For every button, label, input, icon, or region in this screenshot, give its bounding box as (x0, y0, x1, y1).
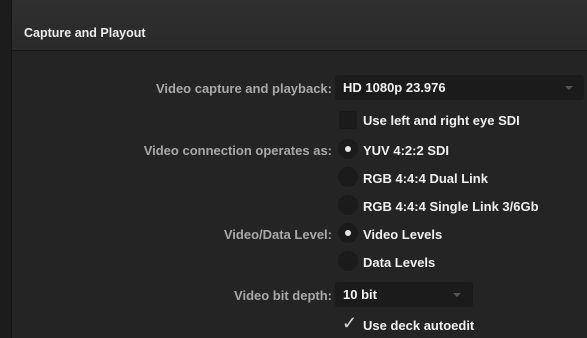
bit-depth-label: Video bit depth: (234, 288, 332, 303)
video-data-level-label: Video/Data Level: (223, 227, 332, 242)
bit-depth-value: 10 bit (343, 287, 377, 302)
checkmark-icon: ✓ (342, 313, 358, 333)
radio-rgb-444-single-link[interactable] (338, 195, 358, 215)
radio-rgb-444-dual-link[interactable] (338, 167, 358, 187)
video-capture-label: Video capture and playback: (155, 81, 332, 96)
option-data-levels[interactable]: Data Levels (363, 255, 435, 270)
radio-video-levels[interactable] (338, 223, 358, 243)
option-rgb-444-single-link[interactable]: RGB 4:4:4 Single Link 3/6Gb (363, 199, 539, 214)
deck-autoedit-label[interactable]: Use deck autoedit (363, 318, 474, 333)
video-connection-label: Video connection operates as: (143, 143, 332, 158)
video-capture-select[interactable]: HD 1080p 23.976 (335, 75, 584, 100)
bit-depth-select[interactable]: 10 bit (335, 282, 473, 307)
deck-autoedit-checkbox[interactable]: ✓ (339, 313, 358, 334)
option-rgb-444-dual-link[interactable]: RGB 4:4:4 Dual Link (363, 171, 488, 186)
option-yuv-422-sdi[interactable]: YUV 4:2:2 SDI (363, 143, 449, 158)
video-capture-value: HD 1080p 23.976 (343, 80, 446, 95)
chevron-down-icon (453, 293, 461, 297)
chevron-down-icon (565, 86, 573, 90)
left-right-eye-label[interactable]: Use left and right eye SDI (363, 113, 520, 128)
radio-data-levels[interactable] (338, 251, 358, 271)
left-right-eye-checkbox[interactable] (339, 111, 357, 129)
radio-yuv-422-sdi[interactable] (338, 139, 358, 159)
capture-playout-panel: Capture and Playout Video capture and pl… (11, 0, 587, 338)
panel-title: Capture and Playout (24, 26, 146, 40)
panel-header: Capture and Playout (12, 0, 587, 51)
option-video-levels[interactable]: Video Levels (363, 227, 442, 242)
